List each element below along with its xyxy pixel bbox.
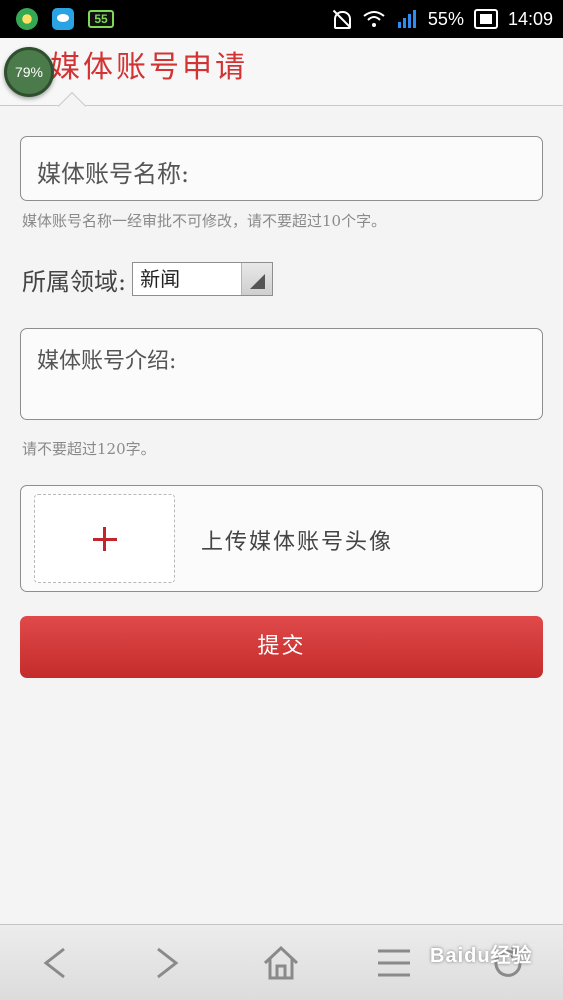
battery-percent: 55% (427, 9, 464, 29)
account-name-input[interactable]: 媒体账号名称: (20, 136, 543, 201)
signal-icon (397, 10, 416, 28)
home-icon (263, 945, 299, 980)
account-intro-textarea[interactable]: 媒体账号介绍: (20, 328, 543, 420)
menu-button[interactable] (374, 943, 414, 983)
header-pointer (57, 91, 87, 121)
avatar-upload-label: 上传媒体账号头像 (201, 530, 394, 555)
page-header: 媒体账号申请 (0, 38, 563, 121)
plus-icon (93, 527, 117, 551)
baidu-watermark: Baidu经验 (430, 945, 533, 967)
floating-speed-badge[interactable]: 79% (4, 47, 54, 97)
mute-bell-icon (330, 8, 352, 30)
domain-label: 所属领域: (22, 267, 127, 296)
battery-icon (473, 9, 498, 29)
home-button[interactable] (261, 943, 301, 983)
wifi-icon (363, 11, 385, 27)
domain-row: 所属领域: 新闻 (22, 262, 274, 296)
menu-icon (378, 949, 410, 977)
page-title: 媒体账号申请 (50, 50, 248, 85)
app-badge-icon: 55 (88, 10, 114, 28)
forward-button[interactable] (146, 943, 186, 983)
account-intro-hint: 请不要超过120字。 (22, 440, 156, 458)
forward-icon (157, 947, 179, 979)
message-app-icon (52, 8, 74, 30)
domain-selected-value: 新闻 (140, 267, 181, 291)
account-name-hint: 媒体账号名称一经审批不可修改，请不要超过10个字。 (22, 212, 387, 230)
system-status: 55% 14:09 (330, 8, 553, 30)
status-bar: 55 55% 14:09 (0, 0, 563, 38)
avatar-upload-area[interactable]: 上传媒体账号头像 (20, 485, 543, 592)
back-button[interactable] (36, 943, 76, 983)
security-app-icon (16, 8, 38, 30)
submit-button[interactable]: 提交 (20, 616, 543, 678)
back-icon (43, 947, 65, 979)
avatar-upload-slot[interactable] (34, 494, 175, 583)
notification-icons: 55 (16, 8, 114, 30)
domain-select[interactable]: 新闻 (132, 262, 274, 296)
dropdown-arrow-icon[interactable] (241, 263, 273, 295)
clock: 14:09 (507, 9, 553, 29)
